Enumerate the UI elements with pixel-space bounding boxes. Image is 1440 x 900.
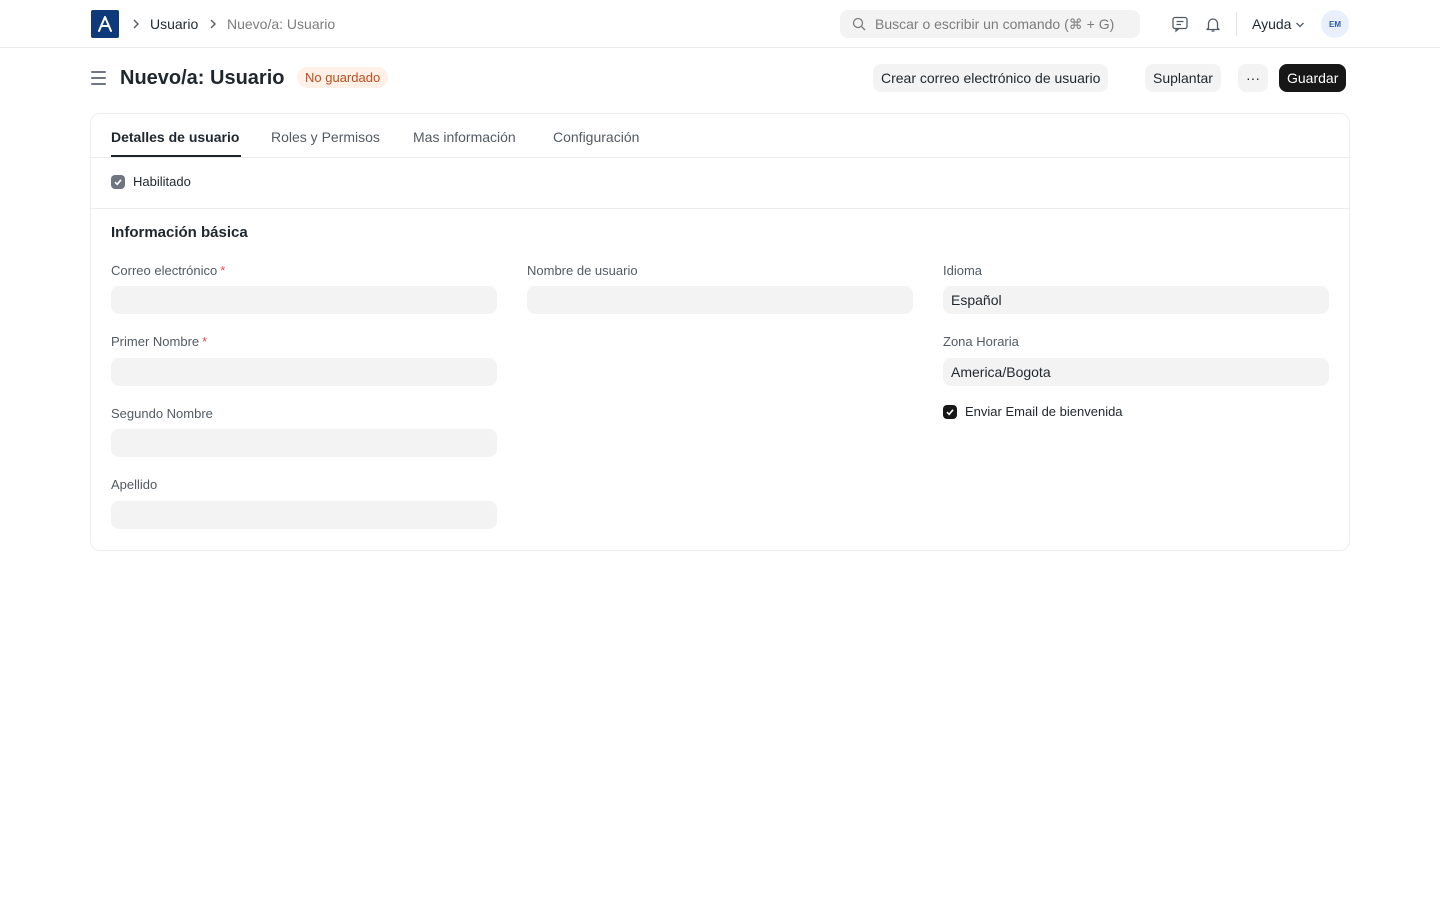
impersonate-button[interactable]: Suplantar <box>1145 64 1221 92</box>
middle-name-field[interactable] <box>111 429 497 457</box>
nav-divider <box>1236 12 1237 36</box>
language-label: Idioma <box>943 263 983 278</box>
first-name-label: Primer Nombre * <box>111 334 207 350</box>
form-tabs: Detalles de usuario Roles y Permisos Mas… <box>91 114 1349 158</box>
chevron-right-icon <box>209 17 217 31</box>
check-icon <box>114 179 122 186</box>
bell-icon[interactable] <box>1203 14 1223 34</box>
time-zone-label: Zona Horaria <box>943 334 1019 349</box>
active-tab-indicator <box>111 155 241 157</box>
first-name-field[interactable] <box>111 358 497 386</box>
chevron-down-icon <box>1295 15 1305 33</box>
enabled-label: Habilitado <box>133 174 191 189</box>
app-logo[interactable] <box>91 10 119 38</box>
chevron-right-icon <box>132 17 140 31</box>
more-actions-button[interactable]: ··· <box>1238 64 1268 92</box>
help-label: Ayuda <box>1252 16 1292 32</box>
breadcrumb-usuario[interactable]: Usuario <box>150 15 198 33</box>
save-button[interactable]: Guardar <box>1279 64 1347 92</box>
chat-icon[interactable] <box>1170 14 1190 34</box>
tab-roles-permissions[interactable]: Roles y Permisos <box>271 128 380 146</box>
send-welcome-email-checkbox[interactable] <box>943 405 957 419</box>
enabled-checkbox[interactable] <box>111 175 125 189</box>
email-field[interactable] <box>111 286 497 314</box>
middle-name-label: Segundo Nombre <box>111 406 213 421</box>
required-marker: * <box>220 263 226 278</box>
required-marker: * <box>202 334 208 349</box>
time-zone-select[interactable]: America/Bogota <box>943 358 1329 386</box>
check-icon <box>946 409 954 416</box>
search-icon <box>852 17 866 31</box>
breadcrumb-current[interactable]: Nuevo/a: Usuario <box>227 15 335 33</box>
send-welcome-email-label: Enviar Email de bienvenida <box>965 404 1123 419</box>
tab-settings[interactable]: Configuración <box>553 128 639 146</box>
email-label-text: Correo electrónico <box>111 263 218 278</box>
create-user-email-button[interactable]: Crear correo electrónico de usuario <box>873 64 1109 92</box>
language-field[interactable]: Español <box>943 286 1329 314</box>
tab-user-details[interactable]: Detalles de usuario <box>111 128 239 146</box>
first-name-label-text: Primer Nombre <box>111 334 200 349</box>
top-navbar: Usuario Nuevo/a: Usuario Buscar o escrib… <box>0 0 1440 48</box>
section-divider <box>91 208 1349 209</box>
page-title: Nuevo/a: Usuario <box>120 67 285 89</box>
tab-more-info[interactable]: Mas información <box>413 128 516 146</box>
user-avatar[interactable]: EM <box>1321 10 1349 38</box>
search-placeholder: Buscar o escribir un comando (⌘ + G) <box>875 15 1115 32</box>
status-badge: No guardado <box>297 67 389 88</box>
email-label: Correo electrónico * <box>111 263 225 279</box>
sidebar-toggle-icon[interactable] <box>91 69 109 87</box>
section-title: Información básica <box>111 224 248 241</box>
help-dropdown[interactable]: Ayuda <box>1252 15 1305 33</box>
last-name-label: Apellido <box>111 477 158 492</box>
last-name-field[interactable] <box>111 501 497 529</box>
username-label: Nombre de usuario <box>527 263 638 278</box>
form-card: Detalles de usuario Roles y Permisos Mas… <box>90 113 1350 551</box>
logo-mark-icon <box>98 16 112 32</box>
username-field[interactable] <box>527 286 913 314</box>
search-bar[interactable]: Buscar o escribir un comando (⌘ + G) <box>840 10 1140 38</box>
